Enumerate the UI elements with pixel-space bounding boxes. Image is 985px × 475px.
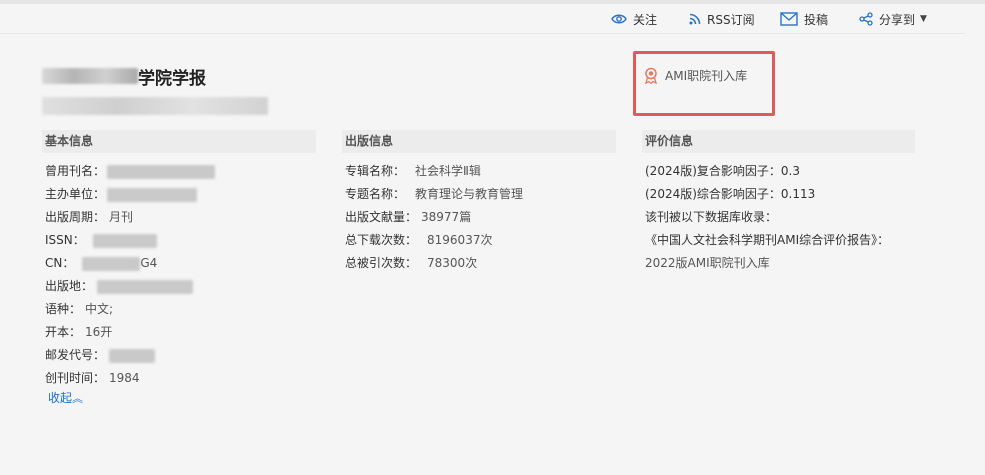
topic-value: 教育理论与教育管理 bbox=[415, 187, 524, 201]
impact-composite-row: (2024版)复合影响因子：0.3 bbox=[645, 164, 800, 178]
series-label: 专辑名称： bbox=[345, 164, 406, 178]
publish-info-list: 专辑名称： 社会科学Ⅱ辑 专题名称： 教育理论与教育管理 出版文献量： 3897… bbox=[345, 160, 523, 275]
award-ribbon-icon bbox=[645, 67, 657, 84]
language-value: 中文; bbox=[85, 302, 114, 316]
downloads-label: 总下载次数： bbox=[345, 233, 418, 247]
blurred-value bbox=[92, 233, 157, 248]
blurred-value bbox=[107, 187, 198, 202]
format-label: 开本： bbox=[45, 325, 82, 339]
issn-label: ISSN： bbox=[45, 233, 85, 247]
collapse-link[interactable]: 收起︽ bbox=[48, 389, 83, 406]
share-label: 分享到 bbox=[879, 12, 916, 27]
caret-down-icon: ▼ bbox=[920, 14, 927, 24]
blurred-value bbox=[97, 279, 194, 294]
evaluation-info-heading: 评价信息 bbox=[642, 130, 915, 153]
report-value-row: 2022版AMI职院刊入库 bbox=[645, 256, 770, 270]
evaluation-info-list: (2024版)复合影响因子：0.3 (2024版)综合影响因子：0.113 该刊… bbox=[645, 160, 889, 275]
series-value: 社会科学Ⅱ辑 bbox=[415, 164, 481, 178]
downloads-row: 总下载次数： 8196037次 bbox=[345, 229, 523, 252]
issn-row: ISSN： bbox=[45, 229, 215, 252]
journal-title: 学院学报 bbox=[42, 64, 206, 89]
journal-title-suffix: 学院学报 bbox=[138, 68, 206, 89]
blurred-value bbox=[82, 256, 141, 271]
founded-row: 创刊时间： 1984 bbox=[45, 367, 215, 390]
cn-row: CN： G4 bbox=[45, 252, 215, 275]
follow-button[interactable]: 关注 bbox=[611, 9, 657, 29]
period-row: 出版周期： 月刊 bbox=[45, 206, 215, 229]
former-name-row: 曾用刊名： bbox=[45, 160, 216, 183]
rss-label: RSS订阅 bbox=[707, 12, 755, 27]
ami-badge[interactable]: AMI职院刊入库 bbox=[643, 67, 747, 84]
eye-icon bbox=[611, 14, 627, 24]
series-row: 专辑名称： 社会科学Ⅱ辑 bbox=[345, 160, 523, 183]
cn-value-tail: G4 bbox=[140, 256, 158, 270]
report-name-row: 《中国人文社会科学期刊AMI综合评价报告》： bbox=[645, 233, 890, 247]
cites-label: 总被引次数： bbox=[345, 256, 418, 270]
basic-info-list: 曾用刊名： 主办单位： 出版周期： 月刊 ISSN： CN： G4 出版地： 语… bbox=[45, 160, 216, 390]
share-icon bbox=[859, 12, 873, 26]
rss-button[interactable]: RSS订阅 bbox=[689, 9, 755, 29]
sponsor-row: 主办单位： bbox=[45, 183, 215, 206]
collapse-label: 收起 bbox=[48, 391, 73, 405]
postal-code-label: 邮发代号： bbox=[45, 348, 106, 362]
ami-badge-label: AMI职院刊入库 bbox=[665, 69, 748, 83]
founded-value: 1984 bbox=[109, 371, 140, 385]
format-row: 开本： 16开 bbox=[45, 321, 215, 344]
double-chevron-up-icon: ︽ bbox=[72, 392, 84, 405]
former-name-label: 曾用刊名： bbox=[45, 164, 106, 178]
postal-code-row: 邮发代号： bbox=[45, 344, 215, 367]
cn-label: CN： bbox=[45, 256, 75, 270]
docs-row: 出版文献量： 38977篇 bbox=[345, 206, 523, 229]
docs-value: 38977篇 bbox=[421, 210, 472, 224]
language-label: 语种： bbox=[45, 302, 82, 316]
impact-overall-row: (2024版)综合影响因子：0.113 bbox=[645, 187, 816, 201]
topic-row: 专题名称： 教育理论与教育管理 bbox=[345, 183, 523, 206]
publish-info-heading: 出版信息 bbox=[342, 130, 616, 153]
cites-row: 总被引次数： 78300次 bbox=[345, 252, 523, 275]
submit-label: 投稿 bbox=[804, 12, 829, 27]
downloads-value: 8196037次 bbox=[427, 233, 493, 247]
share-button[interactable]: 分享到 ▼ bbox=[859, 9, 927, 29]
follow-label: 关注 bbox=[633, 12, 658, 27]
included-label-row: 该刊被以下数据库收录： bbox=[645, 210, 778, 224]
topic-label: 专题名称： bbox=[345, 187, 406, 201]
place-label: 出版地： bbox=[45, 279, 94, 293]
period-value: 月刊 bbox=[109, 210, 134, 224]
period-label: 出版周期： bbox=[45, 210, 106, 224]
docs-label: 出版文献量： bbox=[345, 210, 418, 224]
format-value: 16开 bbox=[85, 325, 113, 339]
basic-info-heading: 基本信息 bbox=[42, 130, 316, 153]
language-row: 语种： 中文; bbox=[45, 298, 215, 321]
toolbar: 关注 RSS订阅 投稿 分享到 ▼ bbox=[0, 6, 965, 34]
blurred-value bbox=[109, 348, 156, 363]
envelope-icon bbox=[780, 12, 798, 26]
place-row: 出版地： bbox=[45, 275, 215, 298]
sponsor-label: 主办单位： bbox=[45, 187, 106, 201]
founded-label: 创刊时间： bbox=[45, 371, 106, 385]
blurred-value bbox=[107, 164, 216, 179]
rss-icon bbox=[689, 13, 701, 25]
blurred-english-title bbox=[42, 97, 268, 115]
cites-value: 78300次 bbox=[427, 256, 478, 270]
blurred-title-prefix bbox=[42, 68, 138, 84]
submit-button[interactable]: 投稿 bbox=[780, 9, 828, 29]
top-strip bbox=[0, 0, 985, 4]
